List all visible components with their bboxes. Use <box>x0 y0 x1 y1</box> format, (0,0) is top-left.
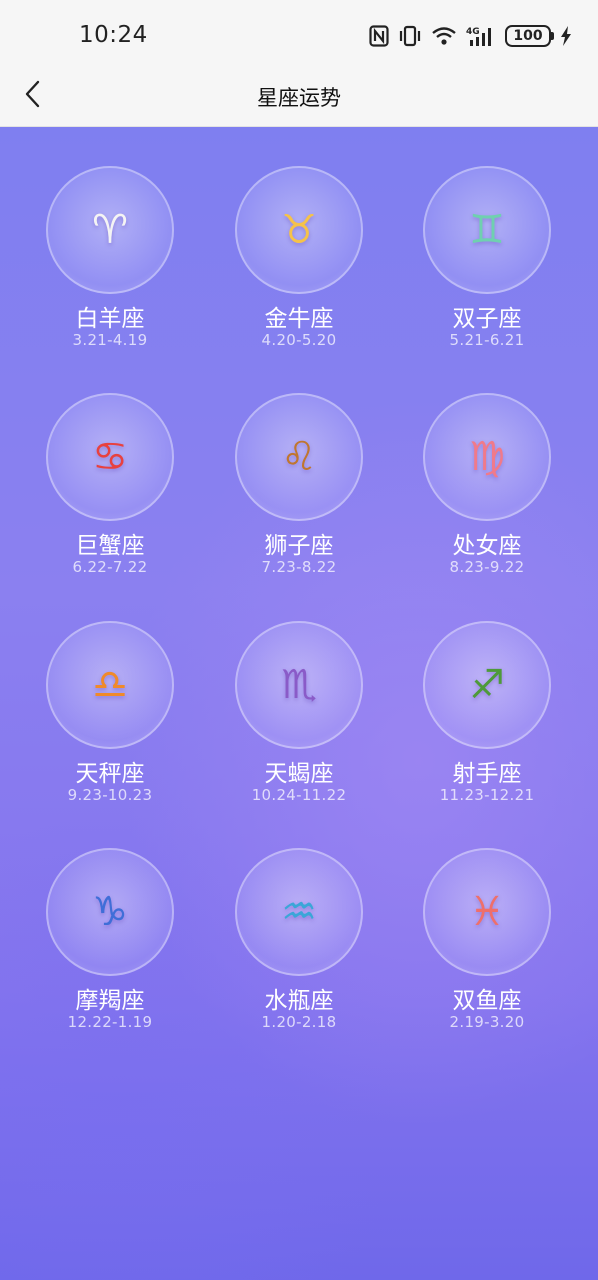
capricorn-avatar: ♑ <box>46 848 174 976</box>
zodiac-dates: 3.21-4.19 <box>72 331 148 349</box>
battery-icon: 100 <box>505 25 554 47</box>
status-time: 10:24 <box>79 22 148 48</box>
zodiac-item-virgo[interactable]: ♍ 处女座 8.23-9.22 <box>397 393 577 593</box>
zodiac-dates: 9.23-10.23 <box>67 786 153 804</box>
zodiac-name: 处女座 <box>452 533 522 559</box>
taurus-avatar: ♉ <box>235 166 363 294</box>
zodiac-item-cancer[interactable]: ♋ 巨蟹座 6.22-7.22 <box>20 393 200 593</box>
svg-text:4G: 4G <box>466 27 480 37</box>
status-bar: 10:24 4G 100 <box>0 0 598 70</box>
zodiac-dates: 5.21-6.21 <box>449 331 525 349</box>
wifi-icon <box>431 26 457 46</box>
zodiac-dates: 4.20-5.20 <box>261 331 337 349</box>
page-title: 星座运势 <box>257 86 341 110</box>
aquarius-avatar: ♒ <box>235 848 363 976</box>
leo-mascot-icon: ♌ <box>281 434 317 480</box>
gemini-mascot-icon: ♊ <box>469 207 505 253</box>
pisces-avatar: ♓ <box>423 848 551 976</box>
virgo-mascot-icon: ♍ <box>469 434 505 480</box>
capricorn-mascot-icon: ♑ <box>92 889 128 935</box>
pisces-mascot-icon: ♓ <box>469 889 505 935</box>
aries-mascot-icon: ♈ <box>92 207 128 253</box>
scorpio-mascot-icon: ♏ <box>281 662 317 708</box>
libra-avatar: ♎ <box>46 621 174 749</box>
sagittarius-mascot-icon: ♐ <box>469 662 505 708</box>
gemini-avatar: ♊ <box>423 166 551 294</box>
cancer-mascot-icon: ♋ <box>92 434 128 480</box>
nfc-icon <box>369 25 389 47</box>
zodiac-item-sagittarius[interactable]: ♐ 射手座 11.23-12.21 <box>397 621 577 821</box>
zodiac-name: 天秤座 <box>75 761 145 787</box>
zodiac-name: 双子座 <box>452 306 522 332</box>
zodiac-name: 狮子座 <box>264 533 334 559</box>
sagittarius-avatar: ♐ <box>423 621 551 749</box>
status-icons: 4G 100 <box>369 22 572 50</box>
aries-avatar: ♈ <box>46 166 174 294</box>
libra-mascot-icon: ♎ <box>92 662 128 708</box>
zodiac-item-capricorn[interactable]: ♑ 摩羯座 12.22-1.19 <box>20 848 200 1048</box>
zodiac-dates: 7.23-8.22 <box>261 558 337 576</box>
taurus-mascot-icon: ♉ <box>281 207 317 253</box>
zodiac-item-aquarius[interactable]: ♒ 水瓶座 1.20-2.18 <box>209 848 389 1048</box>
zodiac-item-pisces[interactable]: ♓ 双鱼座 2.19-3.20 <box>397 848 577 1048</box>
zodiac-item-scorpio[interactable]: ♏ 天蝎座 10.24-11.22 <box>209 621 389 821</box>
zodiac-item-aries[interactable]: ♈ 白羊座 3.21-4.19 <box>20 166 200 366</box>
zodiac-dates: 8.23-9.22 <box>449 558 525 576</box>
zodiac-item-gemini[interactable]: ♊ 双子座 5.21-6.21 <box>397 166 577 366</box>
zodiac-name: 水瓶座 <box>264 988 334 1014</box>
zodiac-name: 金牛座 <box>264 306 334 332</box>
virgo-avatar: ♍ <box>423 393 551 521</box>
zodiac-name: 巨蟹座 <box>75 533 145 559</box>
zodiac-dates: 10.24-11.22 <box>251 786 347 804</box>
nav-bar: 星座运势 <box>0 70 598 127</box>
leo-avatar: ♌ <box>235 393 363 521</box>
zodiac-name: 白羊座 <box>75 306 145 332</box>
vibrate-icon <box>398 25 422 47</box>
zodiac-item-taurus[interactable]: ♉ 金牛座 4.20-5.20 <box>209 166 389 366</box>
zodiac-name: 双鱼座 <box>452 988 522 1014</box>
signal-4g-icon: 4G <box>466 25 496 47</box>
zodiac-content: ♈ 白羊座 3.21-4.19 ♉ 金牛座 4.20-5.20 ♊ 双子座 5.… <box>0 127 598 1280</box>
zodiac-dates: 12.22-1.19 <box>67 1013 153 1031</box>
zodiac-name: 射手座 <box>452 761 522 787</box>
zodiac-dates: 1.20-2.18 <box>261 1013 337 1031</box>
zodiac-dates: 11.23-12.21 <box>439 786 535 804</box>
zodiac-dates: 2.19-3.20 <box>449 1013 525 1031</box>
aquarius-mascot-icon: ♒ <box>281 889 317 935</box>
zodiac-name: 摩羯座 <box>75 988 145 1014</box>
scorpio-avatar: ♏ <box>235 621 363 749</box>
zodiac-dates: 6.22-7.22 <box>72 558 148 576</box>
zodiac-item-libra[interactable]: ♎ 天秤座 9.23-10.23 <box>20 621 200 821</box>
zodiac-name: 天蝎座 <box>264 761 334 787</box>
charging-icon <box>560 26 572 46</box>
zodiac-item-leo[interactable]: ♌ 狮子座 7.23-8.22 <box>209 393 389 593</box>
cancer-avatar: ♋ <box>46 393 174 521</box>
